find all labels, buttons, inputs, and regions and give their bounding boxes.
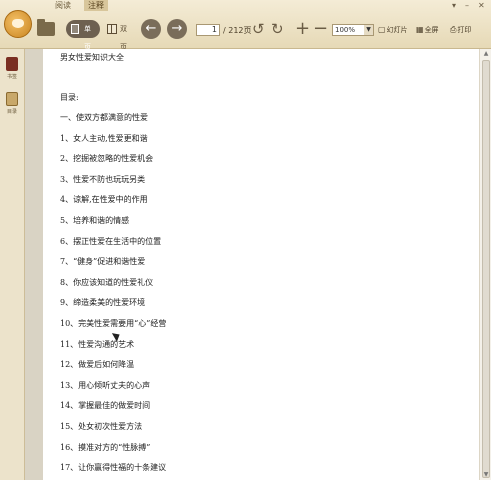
slideshow-button[interactable]: ▢幻灯片 — [378, 25, 408, 35]
double-page-button[interactable]: 双页 — [102, 20, 136, 51]
print-label: 打印 — [457, 26, 472, 34]
zoom-value: 100% — [335, 26, 356, 34]
toc-item[interactable]: 15、处女初次性爱方法 — [60, 421, 142, 432]
toc-item[interactable]: 7、“健身”促进和谐性爱 — [60, 256, 145, 267]
minimize-icon[interactable]: – — [465, 1, 469, 10]
next-page-button[interactable]: → — [167, 19, 187, 39]
toc-item[interactable]: 2、挖掘被忽略的性爱机会 — [60, 153, 153, 164]
toc-item[interactable]: 16、摸准对方的“性脉搏” — [60, 442, 150, 453]
fullscreen-icon: ▦ — [416, 25, 424, 34]
toc-item[interactable]: 8、你应该知道的性爱礼仪 — [60, 277, 153, 288]
document-title: 男女性爱知识大全 — [60, 53, 124, 62]
rotate-right-icon[interactable]: ↻ — [271, 19, 284, 39]
sidebar-item-label: 书签 — [6, 74, 17, 80]
slideshow-icon: ▢ — [378, 25, 386, 34]
previous-page-button[interactable]: ← — [141, 19, 161, 39]
arrow-left-icon: ← — [145, 21, 157, 36]
vertical-scrollbar[interactable]: ▲ ▼ — [479, 49, 491, 480]
double-page-icon — [107, 24, 117, 34]
toc-heading: 目录: — [60, 93, 79, 102]
toc-item[interactable]: 10、完美性爱需要用“心”经营 — [60, 318, 166, 329]
toc-item[interactable]: 11、性爱沟通的艺术 — [60, 339, 134, 350]
document-page: 男女性爱知识大全 目录: 一、使双方都满意的性爱 1、女人主动,性爱更和谐 2、挖掘… — [43, 49, 491, 480]
single-page-label: 单页 — [84, 25, 91, 51]
toc-item[interactable]: 1、女人主动,性爱更和谐 — [60, 133, 148, 144]
slideshow-label: 幻灯片 — [386, 26, 408, 34]
page-number-input[interactable]: 1 — [196, 24, 220, 36]
toc-item[interactable]: 一、使双方都满意的性爱 — [60, 112, 148, 123]
sidebar-item-label: 目录 — [6, 109, 17, 115]
fullscreen-button[interactable]: ▦全屏 — [416, 25, 439, 35]
sidebar-item-toc[interactable]: 目录 — [2, 92, 22, 115]
double-page-label: 双页 — [120, 25, 127, 51]
single-page-icon — [71, 24, 79, 34]
tab-annotate[interactable]: 注释 — [84, 0, 108, 11]
zoom-in-icon[interactable]: + — [295, 19, 310, 39]
toc-item[interactable]: 5、培养和谐的情感 — [60, 215, 129, 226]
toc-item[interactable]: 14、掌握最佳的做爱时间 — [60, 400, 150, 411]
document-viewer: 男女性爱知识大全 目录: 一、使双方都满意的性爱 1、女人主动,性爱更和谐 2、挖掘… — [25, 49, 491, 480]
toc-item[interactable]: 13、用心倾听丈夫的心声 — [60, 380, 150, 391]
sidebar: 书签 目录 — [0, 49, 25, 480]
toc-item[interactable]: 9、缔造柔美的性爱环境 — [60, 297, 145, 308]
arrow-right-icon: → — [171, 21, 183, 36]
bookmark-icon — [6, 57, 18, 71]
sidebar-item-bookmarks[interactable]: 书签 — [2, 57, 22, 80]
toc-item[interactable]: 6、摆正性爱在生活中的位置 — [60, 236, 161, 247]
printer-icon: ⎙ — [450, 25, 457, 34]
close-icon[interactable]: ✕ — [478, 1, 485, 10]
scrollbar-thumb[interactable] — [482, 60, 490, 478]
open-folder-icon[interactable] — [37, 19, 55, 36]
zoom-select[interactable]: 100% ▼ — [332, 24, 374, 36]
app-logo[interactable] — [4, 10, 32, 38]
fullscreen-label: 全屏 — [424, 26, 439, 34]
toolbar: 阅读 注释 ▾ – ✕ 单页 双页 ← → 1 / 212页 ↺ ↻ + − 1… — [0, 0, 491, 51]
tab-read[interactable]: 阅读 — [52, 0, 74, 11]
zoom-out-icon[interactable]: − — [313, 19, 328, 39]
toc-item[interactable]: 17、让你赢得性福的十条建议 — [60, 462, 166, 473]
scroll-up-icon[interactable]: ▲ — [480, 49, 491, 59]
menu-icon[interactable]: ▾ — [452, 1, 456, 10]
list-icon — [6, 92, 18, 106]
scroll-down-icon[interactable]: ▼ — [480, 470, 491, 480]
chevron-down-icon[interactable]: ▼ — [364, 25, 373, 35]
print-button[interactable]: ⎙打印 — [450, 25, 471, 35]
toc-item[interactable]: 3、性爱不防也玩玩另类 — [60, 174, 145, 185]
rotate-left-icon[interactable]: ↺ — [252, 19, 265, 39]
single-page-button[interactable]: 单页 — [66, 20, 100, 51]
page-total: / 212页 — [223, 26, 252, 35]
toc-item[interactable]: 4、谅解,在性爱中的作用 — [60, 194, 148, 205]
toc-item[interactable]: 12、做爱后如何降温 — [60, 359, 134, 370]
